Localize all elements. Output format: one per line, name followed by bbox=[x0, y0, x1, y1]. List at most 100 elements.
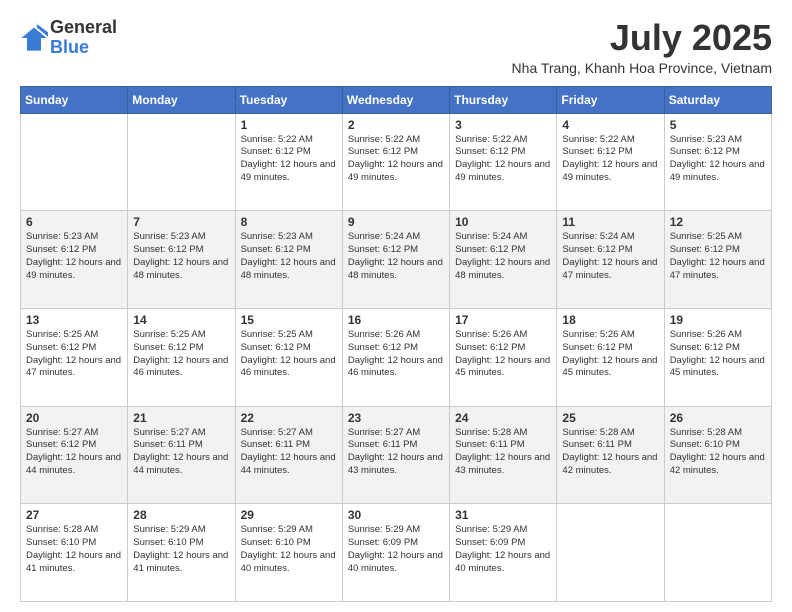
day-info: Sunrise: 5:28 AMSunset: 6:11 PMDaylight:… bbox=[562, 427, 658, 478]
calendar-cell: 1 Sunrise: 5:22 AMSunset: 6:12 PMDaylight… bbox=[235, 113, 342, 211]
day-number: 12 bbox=[670, 215, 766, 229]
day-info: Sunrise: 5:26 AMSunset: 6:12 PMDaylight:… bbox=[348, 329, 444, 380]
day-number: 8 bbox=[241, 215, 337, 229]
calendar-cell: 28 Sunrise: 5:29 AMSunset: 6:10 PMDayligh… bbox=[128, 504, 235, 602]
calendar-cell: 24 Sunrise: 5:28 AMSunset: 6:11 PMDayligh… bbox=[450, 406, 557, 504]
calendar-table: SundayMondayTuesdayWednesdayThursdayFrid… bbox=[20, 86, 772, 602]
day-number: 17 bbox=[455, 313, 551, 327]
calendar-cell: 14 Sunrise: 5:25 AMSunset: 6:12 PMDayligh… bbox=[128, 308, 235, 406]
day-info: Sunrise: 5:28 AMSunset: 6:11 PMDaylight:… bbox=[455, 427, 551, 478]
day-header-monday: Monday bbox=[128, 86, 235, 113]
calendar-cell: 23Sunrise: 5:27 AMSunset: 6:11 PMDayligh… bbox=[342, 406, 449, 504]
day-info: Sunrise: 5:28 AMSunset: 6:10 PMDaylight:… bbox=[670, 427, 766, 478]
day-number: 29 bbox=[241, 508, 337, 522]
calendar-cell: 20Sunrise: 5:27 AMSunset: 6:12 PMDayligh… bbox=[21, 406, 128, 504]
day-info: Sunrise: 5:22 AMSunset: 6:12 PMDaylight:… bbox=[241, 134, 337, 185]
calendar-cell: 25Sunrise: 5:28 AMSunset: 6:11 PMDayligh… bbox=[557, 406, 664, 504]
calendar-cell: 26 Sunrise: 5:28 AMSunset: 6:10 PMDayligh… bbox=[664, 406, 771, 504]
location-title: Nha Trang, Khanh Hoa Province, Vietnam bbox=[512, 60, 772, 76]
day-header-thursday: Thursday bbox=[450, 86, 557, 113]
calendar-cell: 29 Sunrise: 5:29 AMSunset: 6:10 PMDayligh… bbox=[235, 504, 342, 602]
day-info: Sunrise: 5:24 AMSunset: 6:12 PMDaylight:… bbox=[562, 231, 658, 282]
day-info: Sunrise: 5:26 AMSunset: 6:12 PMDaylight:… bbox=[670, 329, 766, 380]
day-info: Sunrise: 5:24 AMSunset: 6:12 PMDaylight:… bbox=[455, 231, 551, 282]
day-number: 14 bbox=[133, 313, 229, 327]
logo-general-text: General bbox=[50, 17, 117, 37]
day-number: 18 bbox=[562, 313, 658, 327]
day-info: Sunrise: 5:23 AMSunset: 6:12 PMDaylight:… bbox=[241, 231, 337, 282]
calendar-week-row: 27Sunrise: 5:28 AMSunset: 6:10 PMDayligh… bbox=[21, 504, 772, 602]
day-number: 22 bbox=[241, 411, 337, 425]
calendar-cell: 9Sunrise: 5:24 AMSunset: 6:12 PMDaylight… bbox=[342, 211, 449, 309]
day-number: 11 bbox=[562, 215, 658, 229]
day-info: Sunrise: 5:29 AMSunset: 6:10 PMDaylight:… bbox=[241, 524, 337, 575]
day-number: 5 bbox=[670, 118, 766, 132]
logo-icon bbox=[20, 24, 48, 52]
header: General Blue July 2025 Nha Trang, Khanh … bbox=[20, 18, 772, 76]
day-number: 3 bbox=[455, 118, 551, 132]
day-info: Sunrise: 5:25 AMSunset: 6:12 PMDaylight:… bbox=[133, 329, 229, 380]
calendar-cell: 3 Sunrise: 5:22 AMSunset: 6:12 PMDaylight… bbox=[450, 113, 557, 211]
day-number: 13 bbox=[26, 313, 122, 327]
day-number: 20 bbox=[26, 411, 122, 425]
day-info: Sunrise: 5:26 AMSunset: 6:12 PMDaylight:… bbox=[562, 329, 658, 380]
day-info: Sunrise: 5:22 AMSunset: 6:12 PMDaylight:… bbox=[455, 134, 551, 185]
day-info: Sunrise: 5:27 AMSunset: 6:11 PMDaylight:… bbox=[133, 427, 229, 478]
day-info: Sunrise: 5:25 AMSunset: 6:12 PMDaylight:… bbox=[26, 329, 122, 380]
day-number: 16 bbox=[348, 313, 444, 327]
day-info: Sunrise: 5:23 AMSunset: 6:12 PMDaylight:… bbox=[133, 231, 229, 282]
calendar-week-row: 1 Sunrise: 5:22 AMSunset: 6:12 PMDaylight… bbox=[21, 113, 772, 211]
day-number: 1 bbox=[241, 118, 337, 132]
logo: General Blue bbox=[20, 18, 117, 58]
day-number: 7 bbox=[133, 215, 229, 229]
day-info: Sunrise: 5:29 AMSunset: 6:09 PMDaylight:… bbox=[455, 524, 551, 575]
day-info: Sunrise: 5:23 AMSunset: 6:12 PMDaylight:… bbox=[26, 231, 122, 282]
calendar-cell: 15Sunrise: 5:25 AMSunset: 6:12 PMDayligh… bbox=[235, 308, 342, 406]
calendar-week-row: 6 Sunrise: 5:23 AMSunset: 6:12 PMDaylight… bbox=[21, 211, 772, 309]
calendar-cell: 30Sunrise: 5:29 AMSunset: 6:09 PMDayligh… bbox=[342, 504, 449, 602]
day-info: Sunrise: 5:22 AMSunset: 6:12 PMDaylight:… bbox=[348, 134, 444, 185]
calendar-header-row: SundayMondayTuesdayWednesdayThursdayFrid… bbox=[21, 86, 772, 113]
day-number: 30 bbox=[348, 508, 444, 522]
day-number: 21 bbox=[133, 411, 229, 425]
day-info: Sunrise: 5:27 AMSunset: 6:11 PMDaylight:… bbox=[241, 427, 337, 478]
day-number: 15 bbox=[241, 313, 337, 327]
calendar-cell bbox=[664, 504, 771, 602]
calendar-cell: 5 Sunrise: 5:23 AMSunset: 6:12 PMDaylight… bbox=[664, 113, 771, 211]
day-number: 10 bbox=[455, 215, 551, 229]
day-number: 6 bbox=[26, 215, 122, 229]
month-title: July 2025 bbox=[512, 18, 772, 58]
day-header-friday: Friday bbox=[557, 86, 664, 113]
day-number: 31 bbox=[455, 508, 551, 522]
calendar-cell: 31 Sunrise: 5:29 AMSunset: 6:09 PMDayligh… bbox=[450, 504, 557, 602]
calendar-cell: 10 Sunrise: 5:24 AMSunset: 6:12 PMDayligh… bbox=[450, 211, 557, 309]
day-number: 2 bbox=[348, 118, 444, 132]
day-info: Sunrise: 5:24 AMSunset: 6:12 PMDaylight:… bbox=[348, 231, 444, 282]
title-block: July 2025 Nha Trang, Khanh Hoa Province,… bbox=[512, 18, 772, 76]
day-number: 4 bbox=[562, 118, 658, 132]
calendar-cell: 6 Sunrise: 5:23 AMSunset: 6:12 PMDaylight… bbox=[21, 211, 128, 309]
day-number: 28 bbox=[133, 508, 229, 522]
day-header-sunday: Sunday bbox=[21, 86, 128, 113]
calendar-cell: 22 Sunrise: 5:27 AMSunset: 6:11 PMDayligh… bbox=[235, 406, 342, 504]
calendar-cell: 7 Sunrise: 5:23 AMSunset: 6:12 PMDaylight… bbox=[128, 211, 235, 309]
day-header-tuesday: Tuesday bbox=[235, 86, 342, 113]
calendar-week-row: 13 Sunrise: 5:25 AMSunset: 6:12 PMDayligh… bbox=[21, 308, 772, 406]
day-number: 24 bbox=[455, 411, 551, 425]
calendar-cell: 2 Sunrise: 5:22 AMSunset: 6:12 PMDaylight… bbox=[342, 113, 449, 211]
day-number: 26 bbox=[670, 411, 766, 425]
calendar-cell: 16 Sunrise: 5:26 AMSunset: 6:12 PMDayligh… bbox=[342, 308, 449, 406]
calendar-cell: 4 Sunrise: 5:22 AMSunset: 6:12 PMDaylight… bbox=[557, 113, 664, 211]
day-header-saturday: Saturday bbox=[664, 86, 771, 113]
calendar-cell bbox=[557, 504, 664, 602]
day-info: Sunrise: 5:29 AMSunset: 6:10 PMDaylight:… bbox=[133, 524, 229, 575]
calendar-cell bbox=[21, 113, 128, 211]
page: General Blue July 2025 Nha Trang, Khanh … bbox=[0, 0, 792, 612]
logo-blue-text: Blue bbox=[50, 37, 89, 57]
calendar-cell: 17Sunrise: 5:26 AMSunset: 6:12 PMDayligh… bbox=[450, 308, 557, 406]
day-info: Sunrise: 5:23 AMSunset: 6:12 PMDaylight:… bbox=[670, 134, 766, 185]
calendar-cell bbox=[128, 113, 235, 211]
day-info: Sunrise: 5:22 AMSunset: 6:12 PMDaylight:… bbox=[562, 134, 658, 185]
calendar-cell: 21 Sunrise: 5:27 AMSunset: 6:11 PMDayligh… bbox=[128, 406, 235, 504]
calendar-cell: 19Sunrise: 5:26 AMSunset: 6:12 PMDayligh… bbox=[664, 308, 771, 406]
